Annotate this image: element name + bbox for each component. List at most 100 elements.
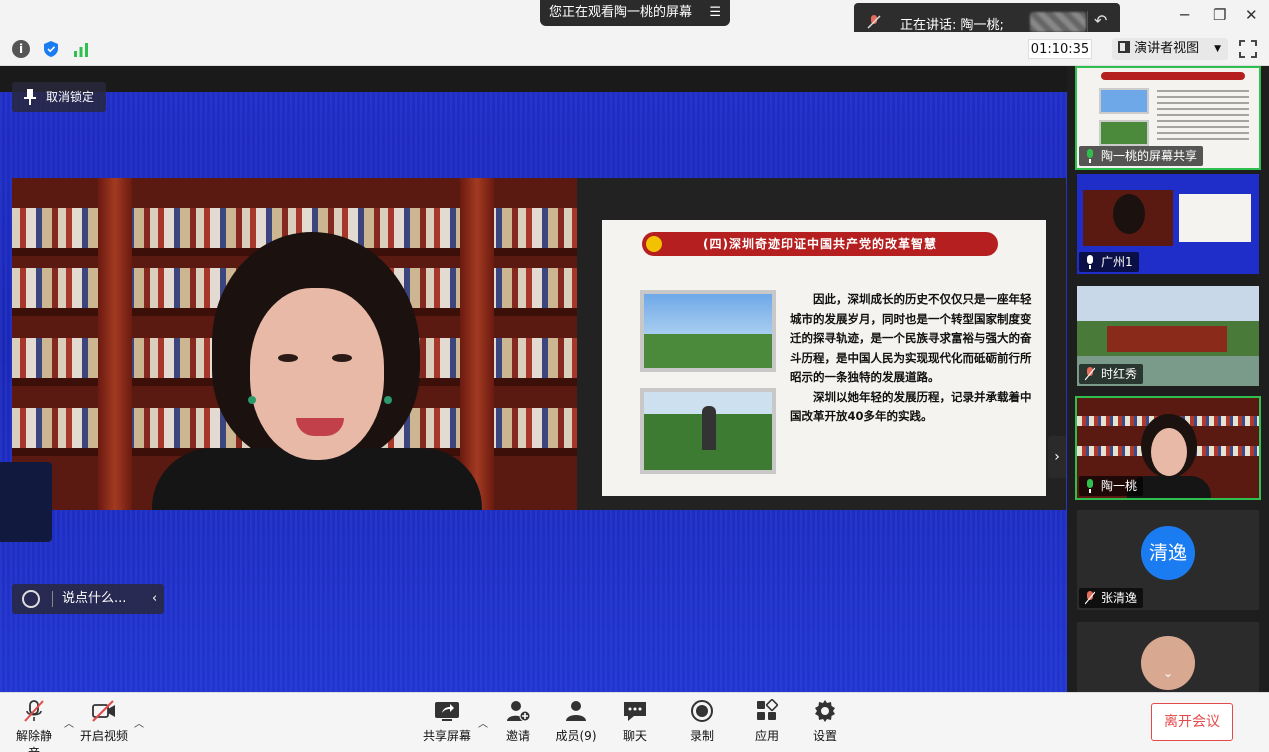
speaker-video (12, 178, 577, 510)
participant-tile-partial[interactable]: ⌄ (1077, 622, 1259, 692)
start-video-button[interactable]: 开启视频 (78, 699, 130, 744)
share-screen-icon (435, 702, 459, 721)
pin-icon (24, 89, 36, 105)
record-button[interactable]: 录制 (687, 699, 717, 744)
chat-button[interactable]: 聊天 (620, 699, 650, 744)
unlock-label: 取消锁定 (46, 90, 95, 104)
participant-name: 张清逸 (1101, 591, 1138, 605)
slide-paragraph: 深圳以她年轻的发展历程，记录并承载着中国改革开放40多年的实践。 (790, 389, 1032, 424)
apps-button[interactable]: 应用 (752, 699, 782, 744)
thumb-slide-title (1101, 72, 1245, 80)
back-icon[interactable]: ↶ (1094, 11, 1107, 30)
participant-sidebar: 陶一桃的屏幕共享 广州1 时红秀 陶一桃 清逸 张清逸 ⌄ (1067, 66, 1269, 692)
screen-share-notice[interactable]: 您正在观看陶一桃的屏幕 ☰ (540, 0, 730, 26)
chevron-left-icon[interactable]: ‹ (152, 584, 157, 614)
collapse-sidebar-button[interactable]: › (1048, 436, 1066, 478)
meeting-toolbar: i 01:10:35 演讲者视图 ▼ (0, 32, 1269, 66)
photo-sky (644, 294, 772, 334)
speaking-label: 正在讲话: 陶一桃; (900, 18, 1004, 33)
settings-button[interactable]: 设置 (810, 699, 840, 744)
speaker-earring (248, 396, 256, 404)
shared-video-feed: (四)深圳奇迹印证中国共产党的改革智慧 因此，深圳成长的历史不仅仅只是一座年轻城… (12, 178, 1066, 510)
apps-icon (757, 699, 779, 720)
divider (1087, 11, 1088, 33)
network-signal-icon[interactable] (72, 40, 90, 58)
participant-tag: 广州1 (1079, 252, 1139, 272)
start-video-label: 开启视频 (79, 729, 128, 743)
meeting-window: 您正在观看陶一桃的屏幕 ☰ 正在讲话: 陶一桃; ↶ ─ ❐ ✕ i 01:10… (0, 0, 1269, 752)
emoji-icon[interactable] (22, 590, 40, 608)
avatar (1141, 636, 1195, 690)
share-screen-label: 共享屏幕 (422, 729, 471, 743)
share-screen-button[interactable]: 共享屏幕 (420, 699, 474, 744)
gear-icon (815, 700, 835, 722)
thumb-text (1157, 90, 1249, 140)
chevron-up-icon[interactable]: ︿ (64, 715, 74, 730)
thumb-photo (1099, 88, 1149, 114)
members-button[interactable]: 成员(9) (554, 699, 598, 744)
slide-photo-portrait (640, 290, 776, 372)
chevron-down-icon: ▼ (1214, 44, 1221, 54)
info-icon[interactable]: i (12, 40, 30, 58)
menu-icon[interactable]: ☰ (709, 0, 721, 26)
chevron-up-icon[interactable]: ︿ (134, 715, 144, 730)
participant-tag: 时红秀 (1079, 364, 1144, 384)
avatar: 清逸 (1141, 526, 1195, 580)
video-edge-overlay (0, 462, 52, 542)
apps-label: 应用 (754, 729, 779, 743)
slide-photo-statue (640, 388, 776, 474)
thumb-pavilion (1107, 326, 1227, 352)
fullscreen-icon[interactable] (1238, 39, 1258, 59)
view-mode-select[interactable]: 演讲者视图 ▼ (1112, 38, 1228, 60)
photo-grass (644, 334, 772, 368)
slide-title: (四)深圳奇迹印证中国共产党的改革智慧 (642, 232, 998, 256)
leave-meeting-button[interactable]: 离开会议 (1151, 703, 1233, 741)
participant-name: 陶一桃的屏幕共享 (1101, 149, 1198, 163)
minimize-icon[interactable]: ─ (1180, 6, 1189, 24)
settings-label: 设置 (812, 729, 837, 743)
unlock-button[interactable]: 取消锁定 (12, 82, 106, 112)
screen-share-notice-text: 您正在观看陶一桃的屏幕 (549, 5, 693, 20)
participant-tag: 张清逸 (1079, 588, 1144, 608)
quick-chat-input[interactable]: 说点什么... ‹ (12, 584, 164, 614)
bottom-toolbar: 解除静音 ︿ 开启视频 ︿ 共享屏幕 ︿ (0, 692, 1269, 752)
slide-paragraph: 因此，深圳成长的历史不仅仅只是一座年轻城市的发展岁月，同时也是一个转型国家制度变… (790, 292, 1032, 384)
close-icon[interactable]: ✕ (1245, 6, 1258, 24)
divider (52, 591, 53, 607)
participant-tile-guangzhou[interactable]: 广州1 (1077, 174, 1259, 274)
invite-button[interactable]: 邀请 (500, 699, 536, 744)
unmute-label: 解除静音 (15, 729, 52, 752)
participant-tag: 陶一桃 (1079, 476, 1144, 496)
members-icon (566, 701, 586, 721)
participant-tile-screen-share[interactable]: 陶一桃的屏幕共享 (1075, 66, 1261, 170)
speaker-eye (332, 354, 352, 362)
camera-off-icon (92, 700, 115, 722)
participant-tile-zhangqingyi[interactable]: 清逸 张清逸 (1077, 510, 1259, 610)
members-label: 成员(9) (555, 729, 597, 743)
mic-muted-icon (1085, 591, 1095, 605)
chevron-down-icon[interactable]: ⌄ (1157, 666, 1179, 680)
participant-tile-taoyitao[interactable]: 陶一桃 (1075, 396, 1261, 500)
chat-icon (624, 702, 646, 721)
chevron-up-icon[interactable]: ︿ (478, 715, 488, 730)
cabinet-pillar (460, 178, 494, 510)
security-shield-icon[interactable] (42, 40, 60, 58)
mic-muted-icon (1085, 367, 1095, 381)
restore-icon[interactable]: ❐ (1213, 6, 1226, 24)
stage-top-band (0, 66, 1067, 92)
photo-statue (702, 406, 716, 450)
unmute-button[interactable]: 解除静音 (12, 699, 56, 752)
record-label: 录制 (689, 729, 714, 743)
thumb-slide (1179, 194, 1251, 242)
party-emblem-icon (646, 236, 662, 252)
thumb-photo (1099, 120, 1149, 146)
thumb-person (1113, 194, 1145, 234)
participant-tile-shihongxiu[interactable]: 时红秀 (1077, 286, 1259, 386)
mic-muted-icon (24, 700, 44, 722)
thumb-face (1151, 428, 1187, 476)
mic-icon (1087, 479, 1093, 493)
view-mode-icon (1118, 41, 1130, 53)
mic-icon (1087, 255, 1093, 269)
slide-body: 因此，深圳成长的历史不仅仅只是一座年轻城市的发展岁月，同时也是一个转型国家制度变… (790, 290, 1034, 427)
participant-name: 广州1 (1101, 255, 1133, 269)
